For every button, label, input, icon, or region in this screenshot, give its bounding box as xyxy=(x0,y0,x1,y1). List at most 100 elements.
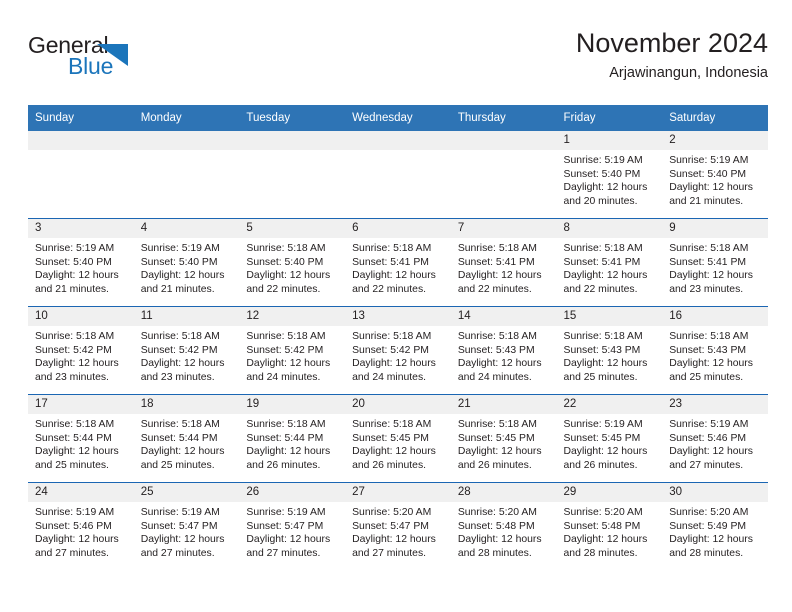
day-details: Sunrise: 5:18 AM Sunset: 5:41 PM Daylight:… xyxy=(451,238,557,296)
daylight-text-line2: and 24 minutes. xyxy=(457,371,532,383)
sunrise-text: Sunrise: 5:20 AM xyxy=(563,507,643,518)
calendar-day-cell[interactable]: 10 Sunrise: 5:18 AM Sunset: 5:42 PM Dayligh… xyxy=(28,306,134,395)
day-number: 19 xyxy=(239,395,346,414)
day-details: Sunrise: 5:20 AM Sunset: 5:47 PM Daylight:… xyxy=(345,502,451,560)
sunrise-text: Sunrise: 5:18 AM xyxy=(457,331,537,342)
day-details: Sunrise: 5:19 AM Sunset: 5:40 PM Daylight:… xyxy=(662,150,768,208)
daylight-text-line1: Daylight: 12 hours xyxy=(35,534,119,546)
sunset-text: Sunset: 5:46 PM xyxy=(35,520,112,532)
calendar-day-cell[interactable]: 18 Sunrise: 5:18 AM Sunset: 5:44 PM Dayligh… xyxy=(133,394,240,483)
weekday-header-friday: Friday xyxy=(556,105,663,131)
sunrise-text: Sunrise: 5:19 AM xyxy=(669,155,749,166)
sunrise-text: Sunrise: 5:18 AM xyxy=(35,331,115,342)
calendar-day-cell[interactable]: 7 Sunrise: 5:18 AM Sunset: 5:41 PM Daylight… xyxy=(450,218,557,307)
sunset-text: Sunset: 5:43 PM xyxy=(563,344,641,356)
calendar-day-cell[interactable]: 6 Sunrise: 5:18 AM Sunset: 5:41 PM Daylight… xyxy=(345,218,451,307)
calendar-day-cell[interactable]: 14 Sunrise: 5:18 AM Sunset: 5:43 PM Dayligh… xyxy=(450,306,557,395)
daylight-text-line2: and 21 minutes. xyxy=(140,283,215,295)
calendar-day-cell[interactable]: 11 Sunrise: 5:18 AM Sunset: 5:42 PM Dayligh… xyxy=(133,306,240,395)
calendar-day-cell[interactable]: 1 Sunrise: 5:19 AM Sunset: 5:40 PM Daylight… xyxy=(556,131,663,219)
daylight-text-line2: and 21 minutes. xyxy=(669,195,744,207)
calendar-empty-cell xyxy=(239,131,346,219)
daylight-text-line1: Daylight: 12 hours xyxy=(140,358,225,370)
calendar-week-row: 1 Sunrise: 5:19 AM Sunset: 5:40 PM Daylight… xyxy=(28,131,768,219)
sunrise-text: Sunrise: 5:18 AM xyxy=(563,243,643,254)
calendar-day-cell[interactable]: 13 Sunrise: 5:18 AM Sunset: 5:42 PM Dayligh… xyxy=(345,306,451,395)
calendar-grid: Sunday Monday Tuesday Wednesday Thursday… xyxy=(28,105,768,570)
calendar-body: 1 Sunrise: 5:19 AM Sunset: 5:40 PM Daylight… xyxy=(28,131,768,570)
calendar-day-cell[interactable]: 16 Sunrise: 5:18 AM Sunset: 5:43 PM Dayligh… xyxy=(662,306,768,395)
calendar-day-cell[interactable]: 29 Sunrise: 5:20 AM Sunset: 5:48 PM Dayligh… xyxy=(556,482,663,570)
calendar-day-cell[interactable]: 3 Sunrise: 5:19 AM Sunset: 5:40 PM Daylight… xyxy=(28,218,134,307)
calendar-day-cell[interactable]: 9 Sunrise: 5:18 AM Sunset: 5:41 PM Daylight… xyxy=(662,218,768,307)
calendar-week-row: 24 Sunrise: 5:19 AM Sunset: 5:46 PM Dayligh… xyxy=(28,482,768,570)
daylight-text-line2: and 22 minutes. xyxy=(563,283,638,295)
daylight-text-line1: Daylight: 12 hours xyxy=(669,446,753,458)
day-number: 8 xyxy=(556,219,663,238)
day-details: Sunrise: 5:18 AM Sunset: 5:42 PM Daylight:… xyxy=(239,326,345,384)
sunset-text: Sunset: 5:47 PM xyxy=(140,520,218,532)
calendar-day-cell[interactable]: 22 Sunrise: 5:19 AM Sunset: 5:45 PM Dayligh… xyxy=(556,394,663,483)
calendar-day-cell[interactable]: 19 Sunrise: 5:18 AM Sunset: 5:44 PM Dayligh… xyxy=(239,394,346,483)
daylight-text-line1: Daylight: 12 hours xyxy=(457,358,542,370)
sunset-text: Sunset: 5:48 PM xyxy=(563,520,641,532)
calendar-day-cell[interactable]: 28 Sunrise: 5:20 AM Sunset: 5:48 PM Dayligh… xyxy=(450,482,557,570)
calendar-day-cell[interactable]: 2 Sunrise: 5:19 AM Sunset: 5:40 PM Daylight… xyxy=(662,131,768,219)
day-number: 26 xyxy=(239,483,346,502)
daylight-text-line2: and 26 minutes. xyxy=(352,459,427,471)
calendar-day-cell[interactable]: 8 Sunrise: 5:18 AM Sunset: 5:41 PM Daylight… xyxy=(556,218,663,307)
calendar-day-cell[interactable]: 20 Sunrise: 5:18 AM Sunset: 5:45 PM Dayligh… xyxy=(345,394,451,483)
weekday-header-saturday: Saturday xyxy=(662,105,768,131)
calendar-day-cell[interactable]: 30 Sunrise: 5:20 AM Sunset: 5:49 PM Dayligh… xyxy=(662,482,768,570)
day-number: 11 xyxy=(133,307,240,326)
day-number: 21 xyxy=(450,395,557,414)
daylight-text-line1: Daylight: 12 hours xyxy=(563,358,648,370)
calendar-day-cell[interactable]: 15 Sunrise: 5:18 AM Sunset: 5:43 PM Dayligh… xyxy=(556,306,663,395)
day-details: Sunrise: 5:20 AM Sunset: 5:48 PM Daylight:… xyxy=(451,502,557,560)
day-details: Sunrise: 5:18 AM Sunset: 5:42 PM Daylight:… xyxy=(28,326,134,384)
calendar-day-cell[interactable]: 12 Sunrise: 5:18 AM Sunset: 5:42 PM Dayligh… xyxy=(239,306,346,395)
sunrise-text: Sunrise: 5:19 AM xyxy=(563,419,643,430)
calendar-empty-cell xyxy=(133,131,240,219)
daylight-text-line2: and 25 minutes. xyxy=(35,459,109,471)
day-number: 17 xyxy=(28,395,134,414)
calendar-day-cell[interactable]: 5 Sunrise: 5:18 AM Sunset: 5:40 PM Daylight… xyxy=(239,218,346,307)
sunset-text: Sunset: 5:44 PM xyxy=(246,432,324,444)
daylight-text-line1: Daylight: 12 hours xyxy=(246,358,331,370)
day-details: Sunrise: 5:19 AM Sunset: 5:45 PM Daylight:… xyxy=(557,414,663,472)
daylight-text-line2: and 22 minutes. xyxy=(457,283,532,295)
day-number: 28 xyxy=(450,483,557,502)
sunrise-text: Sunrise: 5:18 AM xyxy=(140,419,220,430)
calendar-day-cell[interactable]: 23 Sunrise: 5:19 AM Sunset: 5:46 PM Dayligh… xyxy=(662,394,768,483)
daylight-text-line2: and 23 minutes. xyxy=(140,371,215,383)
day-details: Sunrise: 5:18 AM Sunset: 5:43 PM Daylight:… xyxy=(451,326,557,384)
day-number: 30 xyxy=(662,483,768,502)
weekday-header-wednesday: Wednesday xyxy=(345,105,451,131)
calendar-day-cell[interactable]: 4 Sunrise: 5:19 AM Sunset: 5:40 PM Daylight… xyxy=(133,218,240,307)
page-header: General Blue November 2024 Arjawinangun,… xyxy=(28,26,768,100)
weekday-header-tuesday: Tuesday xyxy=(239,105,346,131)
calendar-day-cell[interactable]: 27 Sunrise: 5:20 AM Sunset: 5:47 PM Dayligh… xyxy=(345,482,451,570)
page-title: November 2024 xyxy=(575,28,768,58)
day-number: 6 xyxy=(345,219,451,238)
day-details: Sunrise: 5:19 AM Sunset: 5:47 PM Daylight:… xyxy=(134,502,240,560)
day-details: Sunrise: 5:18 AM Sunset: 5:41 PM Daylight:… xyxy=(662,238,768,296)
day-number: 16 xyxy=(662,307,768,326)
day-number: 23 xyxy=(662,395,768,414)
daylight-text-line1: Daylight: 12 hours xyxy=(35,358,119,370)
calendar-day-cell[interactable]: 24 Sunrise: 5:19 AM Sunset: 5:46 PM Dayligh… xyxy=(28,482,134,570)
daylight-text-line2: and 28 minutes. xyxy=(563,547,638,559)
calendar-day-cell[interactable]: 17 Sunrise: 5:18 AM Sunset: 5:44 PM Dayligh… xyxy=(28,394,134,483)
sunset-text: Sunset: 5:43 PM xyxy=(669,344,747,356)
calendar-day-cell[interactable]: 25 Sunrise: 5:19 AM Sunset: 5:47 PM Dayligh… xyxy=(133,482,240,570)
daylight-text-line2: and 25 minutes. xyxy=(140,459,215,471)
location-subtitle: Arjawinangun, Indonesia xyxy=(609,65,768,81)
calendar-day-cell[interactable]: 26 Sunrise: 5:19 AM Sunset: 5:47 PM Dayligh… xyxy=(239,482,346,570)
daylight-text-line1: Daylight: 12 hours xyxy=(140,446,225,458)
daylight-text-line2: and 20 minutes. xyxy=(563,195,638,207)
calendar-day-cell[interactable]: 21 Sunrise: 5:18 AM Sunset: 5:45 PM Dayligh… xyxy=(450,394,557,483)
daylight-text-line1: Daylight: 12 hours xyxy=(457,446,542,458)
day-number: 5 xyxy=(239,219,346,238)
sunset-text: Sunset: 5:49 PM xyxy=(669,520,747,532)
daylight-text-line2: and 24 minutes. xyxy=(246,371,321,383)
